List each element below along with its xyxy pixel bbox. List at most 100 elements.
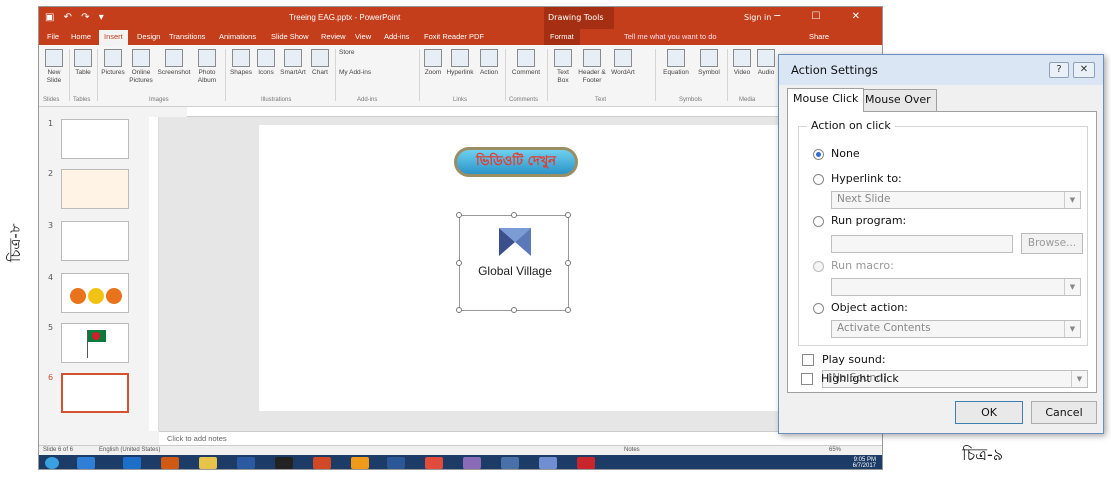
header-footer-button[interactable]: Header & Footer — [577, 49, 607, 85]
system-tray-clock[interactable]: 9:05 PM 6/7/2017 — [853, 457, 876, 469]
resize-handle[interactable] — [511, 212, 517, 218]
pictures-icon — [104, 49, 122, 67]
tab-view[interactable]: View — [355, 32, 371, 41]
equation-button[interactable]: Equation — [659, 49, 693, 77]
radio-object-action[interactable] — [813, 303, 824, 314]
tab-review[interactable]: Review — [321, 32, 346, 41]
explorer-taskbar-icon[interactable] — [199, 457, 217, 469]
comment-button[interactable]: Comment — [509, 49, 543, 77]
slide-thumbnail-6[interactable] — [61, 373, 129, 413]
ok-button[interactable]: OK — [955, 401, 1023, 424]
tab-animations[interactable]: Animations — [219, 32, 256, 41]
ie-taskbar-icon[interactable] — [77, 457, 95, 469]
hyperlink-select[interactable]: Next Slide ▼ — [831, 191, 1081, 209]
icons-button[interactable]: Icons — [255, 49, 277, 77]
action-button[interactable]: Action — [477, 49, 501, 77]
tab-transitions[interactable]: Transitions — [169, 32, 205, 41]
resize-handle[interactable] — [565, 212, 571, 218]
chrome-taskbar-icon[interactable] — [425, 457, 443, 469]
tab-add-ins[interactable]: Add-ins — [384, 32, 409, 41]
zoom-level[interactable]: 65% — [829, 447, 841, 453]
notes-pane[interactable]: Click to add notes — [159, 431, 882, 445]
highlight-click-checkbox[interactable] — [801, 373, 813, 385]
tab-design[interactable]: Design — [137, 32, 160, 41]
media-taskbar-icon[interactable] — [237, 457, 255, 469]
video-button[interactable]: Video — [731, 49, 753, 77]
resize-handle[interactable] — [456, 307, 462, 313]
illustrator-taskbar-icon[interactable] — [161, 457, 179, 469]
radio-run-program[interactable] — [813, 216, 824, 227]
opera-taskbar-icon[interactable] — [577, 457, 595, 469]
radio-run-macro[interactable] — [813, 261, 824, 272]
photoshop-taskbar-icon[interactable] — [123, 457, 141, 469]
radio-hyperlink[interactable] — [813, 174, 824, 185]
online-pictures-button[interactable]: Online Pictures — [127, 49, 155, 85]
tab-mouse-click[interactable]: Mouse Click — [787, 88, 865, 112]
help-icon[interactable]: ? — [1049, 62, 1069, 78]
start-button[interactable] — [45, 457, 59, 469]
play-sound-checkbox[interactable] — [802, 354, 814, 366]
slide-thumbnail-5[interactable] — [61, 323, 129, 363]
notes-toggle[interactable]: Notes — [624, 447, 640, 453]
group-media: Media — [739, 97, 756, 103]
radio-none[interactable] — [813, 149, 824, 160]
resize-handle[interactable] — [456, 212, 462, 218]
tell-me-box[interactable]: Tell me what you want to do — [624, 32, 717, 41]
slide-thumbnail-1[interactable] — [61, 119, 129, 159]
watch-video-button[interactable]: ভিডিওটি দেখুন — [454, 147, 578, 177]
table-button[interactable]: Table — [73, 49, 93, 77]
window-controls[interactable]: ─ ☐ ✕ — [774, 11, 874, 22]
tab-slide-show[interactable]: Slide Show — [271, 32, 309, 41]
app-taskbar-icon[interactable] — [463, 457, 481, 469]
firefox-taskbar-icon[interactable] — [351, 457, 369, 469]
close-icon[interactable]: ✕ — [1073, 62, 1095, 78]
symbol-button[interactable]: Symbol — [695, 49, 723, 77]
powerpoint-taskbar-icon[interactable] — [313, 457, 331, 469]
app-taskbar-icon[interactable] — [501, 457, 519, 469]
tab-file[interactable]: File — [47, 32, 59, 41]
sign-in-link[interactable]: Sign in — [744, 13, 771, 22]
group-images: Images — [149, 97, 169, 103]
language-indicator[interactable]: English (United States) — [99, 447, 160, 453]
object-action-select[interactable]: Activate Contents ▼ — [831, 320, 1081, 338]
zoom-button[interactable]: Zoom — [423, 49, 443, 77]
my-add-ins-button[interactable]: My Add-ins — [339, 69, 385, 77]
smartart-button[interactable]: SmartArt — [279, 49, 307, 77]
store-button[interactable]: Store — [339, 49, 369, 57]
current-slide[interactable]: ভিডিওটি দেখুন Global Village — [259, 125, 784, 411]
tab-mouse-over[interactable]: Mouse Over — [859, 89, 937, 111]
cancel-button[interactable]: Cancel — [1031, 401, 1097, 424]
browse-button[interactable]: Browse... — [1021, 233, 1083, 254]
slide-number: 4 — [48, 273, 54, 282]
tab-insert[interactable]: Insert — [99, 30, 128, 45]
shapes-button[interactable]: Shapes — [229, 49, 253, 77]
figure-label-8: চিত্র-৮ — [6, 223, 24, 262]
slide-thumbnail-4[interactable] — [61, 273, 129, 313]
quick-access-toolbar[interactable]: ▣ ↶ ↷ ▾ — [45, 12, 107, 23]
windows-taskbar: 9:05 PM 6/7/2017 — [39, 455, 882, 469]
header-footer-icon — [583, 49, 601, 67]
screenshot-button[interactable]: Screenshot — [157, 49, 191, 77]
app-taskbar-icon[interactable] — [275, 457, 293, 469]
text-box-button[interactable]: Text Box — [551, 49, 575, 85]
resize-handle[interactable] — [511, 307, 517, 313]
run-macro-select[interactable]: ▼ — [831, 278, 1081, 296]
tab-home[interactable]: Home — [71, 32, 91, 41]
share-button[interactable]: Share — [809, 32, 829, 41]
global-village-taskbar-icon[interactable] — [539, 457, 557, 469]
slide-thumbnail-2[interactable] — [61, 169, 129, 209]
hyperlink-button[interactable]: Hyperlink — [445, 49, 475, 77]
slide-thumbnail-3[interactable] — [61, 221, 129, 261]
new-slide-button[interactable]: New Slide — [43, 49, 65, 85]
global-village-object[interactable]: Global Village — [456, 212, 571, 313]
pictures-button[interactable]: Pictures — [101, 49, 125, 77]
word-taskbar-icon[interactable] — [387, 457, 405, 469]
wordart-button[interactable]: WordArt — [609, 49, 637, 77]
photo-album-button[interactable]: Photo Album — [193, 49, 221, 85]
tab-foxit-reader[interactable]: Foxit Reader PDF — [424, 32, 484, 41]
resize-handle[interactable] — [565, 307, 571, 313]
audio-button[interactable]: Audio — [755, 49, 777, 77]
chart-button[interactable]: Chart — [309, 49, 331, 77]
tab-format[interactable]: Format — [544, 29, 580, 45]
run-program-input[interactable] — [831, 235, 1013, 253]
